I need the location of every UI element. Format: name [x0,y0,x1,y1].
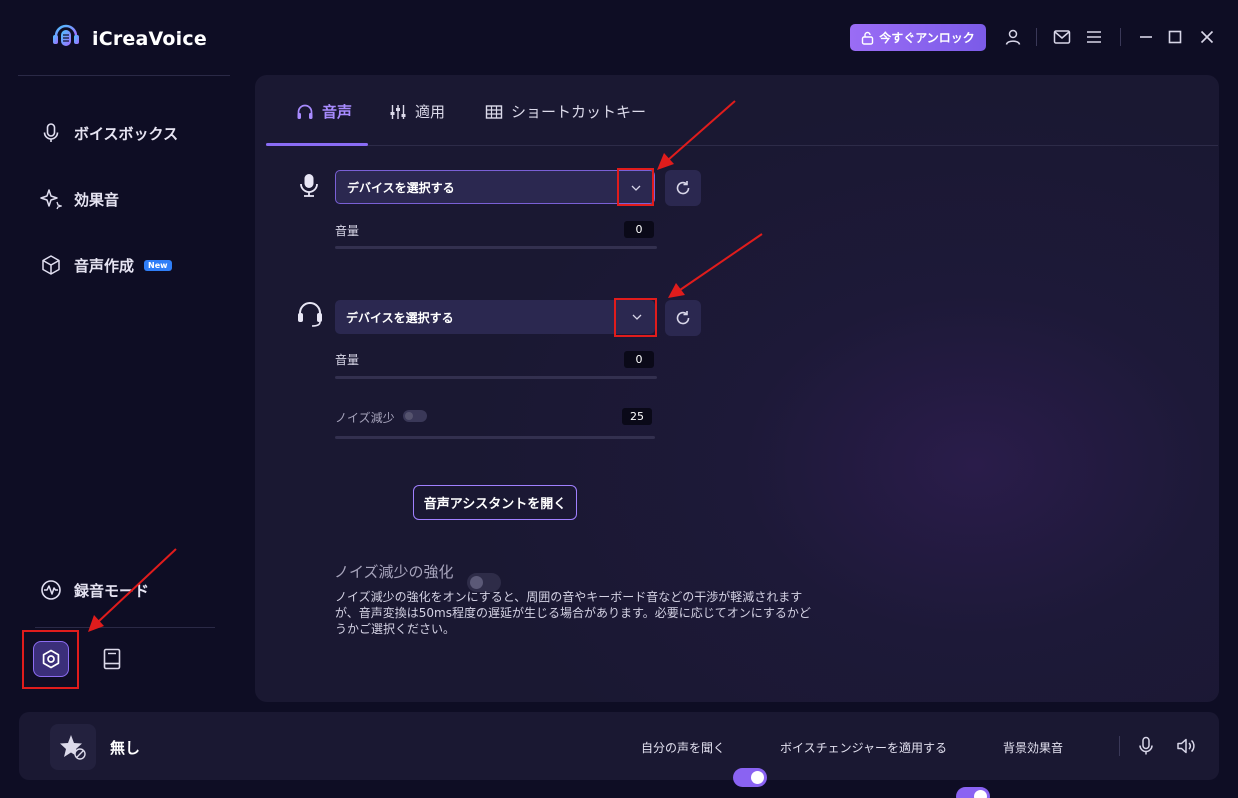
refresh-icon [676,181,690,195]
current-voice-avatar[interactable] [50,724,96,770]
input-volume-value: 0 [624,221,654,238]
guide-button[interactable] [98,645,126,673]
sidebar-item-label: 音声作成 [74,256,135,275]
sidebar-item-label: 録音モード [74,581,150,600]
chevron-down-icon[interactable] [628,180,644,196]
lock-icon [862,31,874,45]
tab-label: 適用 [415,103,446,121]
titlebar-divider [1036,28,1037,46]
titlebar-divider [1120,28,1121,46]
noise-enhance-label: ノイズ減少の強化 [334,563,454,581]
microphone-icon[interactable] [1136,736,1156,756]
noise-enhance-description: ノイズ減少の強化をオンにすると、周囲の音やキーボード音などの干渉が軽減されますが… [335,590,811,636]
no-voice-star-icon [60,735,86,760]
tab-divider [266,145,1218,146]
output-volume-label: 音量 [335,353,360,367]
listen-own-voice-label: 自分の声を聞く [641,741,726,755]
tab-label: ショートカットキー [511,103,647,121]
waveform-icon [41,580,61,600]
sidebar-item-voicebox[interactable]: ボイスボックス [40,122,178,144]
tab-audio[interactable]: 音声 [296,101,352,122]
input-refresh-button[interactable] [665,170,701,206]
tab-label: 音声 [322,103,353,121]
maximize-icon[interactable] [1165,27,1185,47]
apply-voice-changer-label: ボイスチェンジャーを適用する [780,741,948,755]
sidebar-item-label: ボイスボックス [74,124,179,143]
tab-shortcut-keys[interactable]: ショートカットキー [485,101,646,122]
menu-icon[interactable] [1084,27,1104,47]
tab-apply[interactable]: 適用 [389,101,445,122]
output-device-select[interactable]: デバイスを選択する [335,300,655,334]
open-voice-assistant-button[interactable]: 音声アシスタントを開く [413,485,577,520]
sidebar-item-voice-creation[interactable]: 音声作成 New [40,254,172,276]
refresh-icon [676,311,690,325]
headphones-icon [297,104,313,119]
settings-button[interactable] [33,641,69,677]
sidebar-top-divider [18,75,230,76]
listen-own-voice-toggle[interactable] [733,768,767,787]
sparkle-icon [40,189,62,210]
input-device-select[interactable]: デバイスを選択する [335,170,655,204]
output-device-select-value: デバイスを選択する [346,310,454,325]
bottom-bar-divider [1119,736,1120,756]
apply-voice-changer-toggle[interactable] [956,787,990,798]
sidebar-item-recording-mode[interactable]: 録音モード [40,579,149,601]
output-volume-slider[interactable] [335,376,657,379]
input-volume-label: 音量 [335,224,360,238]
current-voice-name: 無し [110,739,141,757]
cube-icon [42,255,60,275]
sidebar-item-sound-effects[interactable]: 効果音 [40,188,119,210]
sliders-icon [390,104,406,119]
noise-reduction-value: 25 [622,408,652,425]
unlock-label: 今すぐアンロック [879,31,975,45]
speaker-icon[interactable] [1176,736,1196,756]
noise-reduction-slider[interactable] [335,436,655,439]
app-logo-icon [50,22,82,54]
background-sound-label: 背景効果音 [1003,741,1064,755]
minimize-icon[interactable] [1136,27,1156,47]
mail-icon[interactable] [1052,27,1072,47]
input-microphone-icon [296,172,322,198]
new-badge: New [144,259,172,271]
unlock-button[interactable]: 今すぐアンロック [850,24,986,51]
output-refresh-button[interactable] [665,300,701,336]
close-icon[interactable] [1197,27,1217,47]
sidebar-bottom-divider [35,627,215,628]
noise-reduction-label: ノイズ減少 [335,411,395,425]
output-headset-icon [296,300,322,327]
input-volume-slider[interactable] [335,246,657,249]
settings-icon [42,649,60,669]
grid-icon [485,104,503,119]
noise-reduction-toggle[interactable] [403,410,427,422]
active-tab-indicator [266,143,368,146]
user-icon[interactable] [1003,27,1023,47]
output-volume-value: 0 [624,351,654,368]
microphone-icon [43,123,59,142]
chevron-down-icon[interactable] [629,309,645,325]
input-device-select-value: デバイスを選択する [347,180,455,195]
sidebar-item-label: 効果音 [74,190,120,209]
book-icon [103,648,121,670]
app-title: iCreaVoice [92,28,207,50]
